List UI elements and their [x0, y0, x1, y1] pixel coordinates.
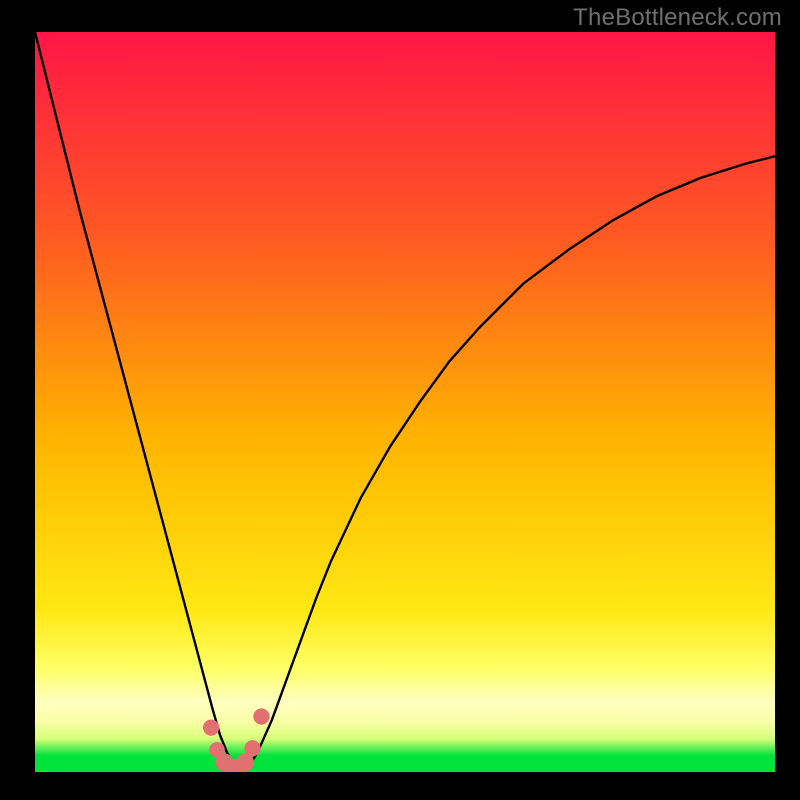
- green-band: [35, 756, 775, 772]
- gradient-background: [35, 32, 775, 772]
- chart-frame: TheBottleneck.com: [0, 0, 800, 800]
- watermark-text: TheBottleneck.com: [573, 4, 782, 32]
- chart-svg: [35, 32, 775, 772]
- marker-point: [203, 719, 219, 735]
- plot-area: [35, 32, 775, 772]
- marker-point: [244, 740, 260, 756]
- marker-point: [253, 708, 269, 724]
